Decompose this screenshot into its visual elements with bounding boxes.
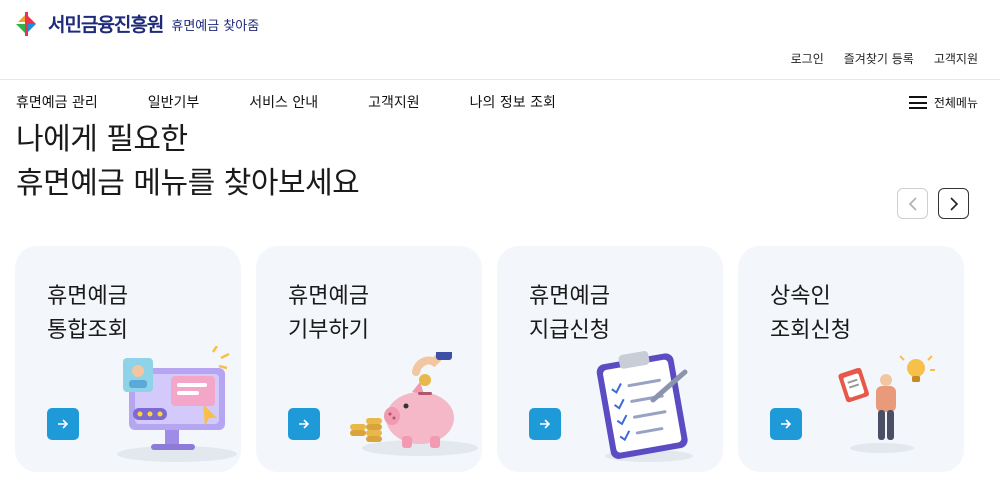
card-go-button[interactable] (288, 408, 320, 440)
arrow-right-icon (299, 419, 310, 429)
carousel-next-button[interactable] (938, 188, 969, 219)
utility-links: 로그인 즐겨찾기 등록 고객지원 (791, 50, 978, 67)
arrow-right-icon (58, 419, 69, 429)
global-nav: 휴면예금 관리 일반기부 서비스 안내 고객지원 나의 정보 조회 (16, 92, 556, 112)
card-title-line1: 휴면예금 (288, 284, 369, 309)
page-headline: 나에게 필요한 휴면예금 메뉴를 찾아보세요 (16, 118, 360, 206)
all-menu-label: 전체메뉴 (933, 96, 978, 110)
arrow-right-icon (781, 419, 792, 429)
card-title-line2: 기부하기 (288, 318, 369, 343)
logo-subtitle: 휴면예금 찾아줌 (171, 19, 260, 34)
card-integrated-lookup[interactable]: 휴면예금 통합조회 (15, 246, 241, 472)
chevron-left-icon (908, 196, 917, 211)
clipboard-icon (596, 351, 693, 462)
card-title-line2: 조회신청 (770, 318, 851, 343)
login-link[interactable]: 로그인 (791, 50, 824, 67)
card-go-button[interactable] (770, 408, 802, 440)
person-idea-icon (838, 354, 935, 453)
header-divider (0, 79, 1000, 80)
logo-mark-icon (14, 8, 44, 38)
card-title-line2: 통합조회 (47, 318, 128, 343)
arrow-right-icon (540, 419, 551, 429)
hamburger-icon (908, 96, 927, 109)
site-logo[interactable]: 서민금융진흥원 휴면예금 찾아줌 (14, 8, 259, 38)
card-title: 휴면예금 통합조회 (47, 280, 128, 348)
card-title: 상속인 조회신청 (770, 280, 851, 348)
card-go-button[interactable] (529, 408, 561, 440)
all-menu-button[interactable]: 전체메뉴 (908, 94, 978, 111)
nav-item-service-guide[interactable]: 서비스 안내 (249, 92, 318, 112)
nav-item-donation[interactable]: 일반기부 (148, 92, 200, 112)
headline-line1: 나에게 필요한 (16, 122, 188, 157)
card-heir-inquiry[interactable]: 상속인 조회신청 (738, 246, 964, 472)
piggy-bank-icon (350, 352, 478, 456)
support-link[interactable]: 고객지원 (934, 50, 978, 67)
bookmark-link[interactable]: 즐겨찾기 등록 (844, 50, 914, 67)
card-title-line1: 상속인 (770, 284, 831, 309)
card-payment-request[interactable]: 휴면예금 지급신청 (497, 246, 723, 472)
logo-name: 서민금융진흥원 (48, 14, 164, 36)
chevron-right-icon (949, 196, 958, 211)
card-donation[interactable]: 휴면예금 기부하기 (256, 246, 482, 472)
carousel-prev-button[interactable] (897, 188, 928, 219)
card-title: 휴면예금 지급신청 (529, 280, 610, 348)
nav-item-my-info[interactable]: 나의 정보 조회 (470, 92, 556, 112)
headline-line2: 휴면예금 메뉴를 찾아보세요 (16, 166, 360, 201)
card-title-line1: 휴면예금 (529, 284, 610, 309)
nav-item-dormant-deposit[interactable]: 휴면예금 관리 (16, 92, 98, 112)
monitor-icon (117, 346, 237, 462)
card-go-button[interactable] (47, 408, 79, 440)
nav-item-customer-support[interactable]: 고객지원 (368, 92, 420, 112)
card-title-line2: 지급신청 (529, 318, 610, 343)
card-title-line1: 휴면예금 (47, 284, 128, 309)
card-title: 휴면예금 기부하기 (288, 280, 369, 348)
